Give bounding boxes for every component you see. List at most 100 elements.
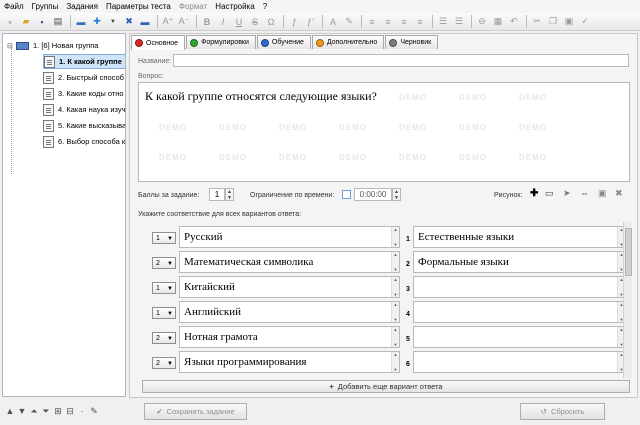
tab-additional[interactable]: Дополнительно (311, 35, 385, 49)
time-stepper[interactable]: ▲ ▼ (392, 188, 401, 201)
answer-right-field[interactable]: ▲ ▼ (413, 276, 626, 298)
answer-match-select[interactable]: 2 ▼ (152, 257, 176, 269)
save-task-button[interactable]: ✔ Сохранить задание (144, 403, 247, 420)
tree-item-1[interactable]: 1. К какой группе (43, 54, 125, 69)
answer-right-field[interactable]: Естественные языки ▲ ▼ (413, 226, 626, 248)
add-variant-button[interactable]: + Добавить еще вариант ответа (142, 380, 630, 393)
special-char-icon[interactable]: Ω (264, 15, 278, 29)
insert-table-icon[interactable]: ▦ (491, 15, 505, 29)
menu-groups[interactable]: Группы (32, 2, 59, 11)
tree-item-3[interactable]: 3. Какие коды отно (43, 86, 124, 101)
answer-match-select[interactable]: 2 ▼ (152, 357, 176, 369)
underline-icon[interactable]: U (232, 15, 246, 29)
answer-right-field[interactable]: ▲ ▼ (413, 301, 626, 323)
answer-left-field[interactable]: Китайский ▲ ▼ (179, 276, 400, 298)
edit-icon[interactable]: ✎ (88, 406, 100, 417)
answer-left-field[interactable]: Языки программирования ▲ ▼ (179, 351, 400, 373)
tree-root-group[interactable]: ⊟ 1. [6] Новая группа (7, 38, 98, 53)
strikethrough-icon[interactable]: S (248, 15, 262, 29)
insert-picture-icon[interactable]: ⊖ (475, 15, 489, 29)
score-stepper[interactable]: ▲ ▼ (225, 188, 234, 201)
paste-icon[interactable]: ▣ (562, 15, 576, 29)
move-up-icon[interactable]: ▲ (4, 406, 16, 416)
add-icon[interactable]: ✚ (90, 15, 104, 29)
score-input[interactable]: 1 (209, 188, 225, 201)
tree-item-6[interactable]: 6. Выбор способа ко (43, 134, 125, 149)
menu-settings[interactable]: Настройка (215, 2, 254, 11)
list-bullet-icon[interactable]: ☰ (452, 15, 466, 29)
scrollbar-thumb[interactable] (625, 228, 632, 276)
cut-icon[interactable]: ✂ (530, 15, 544, 29)
tab-main[interactable]: Основное (131, 35, 186, 50)
answer-left-field[interactable]: Английский ▲ ▼ (179, 301, 400, 323)
menu-help[interactable]: ? (263, 2, 267, 11)
tab-draft[interactable]: Черновик (385, 35, 439, 49)
menu-format[interactable]: Формат (179, 2, 207, 11)
font-shrink-icon[interactable]: A⁻ (177, 15, 191, 29)
answer-right-field[interactable]: ▲ ▼ (413, 326, 626, 348)
time-input[interactable]: 0:00:00 (354, 188, 392, 201)
align-center-icon[interactable]: ≡ (381, 15, 395, 29)
resize-icon[interactable]: ⇔ (580, 188, 589, 198)
open-folder-icon[interactable]: ▰ (19, 15, 33, 29)
name-input[interactable] (173, 54, 629, 67)
clear-format-icon[interactable]: ✎ (342, 15, 356, 29)
field-scrollbar[interactable]: ▲ ▼ (391, 327, 399, 347)
answers-scrollbar[interactable] (623, 222, 632, 378)
tools-icon[interactable]: ➤ (563, 188, 571, 199)
menu-test-params[interactable]: Параметры теста (106, 2, 171, 11)
time-limit-checkbox[interactable] (342, 190, 351, 199)
tab-wordings[interactable]: Формулировки (186, 35, 256, 49)
new-file-icon[interactable]: ▫ (3, 15, 17, 29)
dot-icon[interactable]: · (76, 406, 88, 416)
undo-icon[interactable]: ↶ (507, 15, 521, 29)
down-arrow-icon[interactable]: ▼ (394, 195, 399, 201)
field-scrollbar[interactable]: ▲ ▼ (391, 277, 399, 297)
add-picture-icon[interactable]: ✚ (530, 188, 538, 199)
align-left-icon[interactable]: ≡ (365, 15, 379, 29)
answer-right-field[interactable]: ▲ ▼ (413, 351, 626, 373)
monitor-icon[interactable]: ▭ (545, 188, 554, 199)
tree-item-4[interactable]: 4. Какая наука изуч (43, 102, 125, 117)
italic-icon[interactable]: I (216, 15, 230, 29)
down-arrow-icon[interactable]: ▼ (227, 195, 232, 201)
list-numbered-icon[interactable]: ☰ (436, 15, 450, 29)
align-right-icon[interactable]: ≡ (397, 15, 411, 29)
answer-match-select[interactable]: 1 ▼ (152, 282, 176, 294)
dropdown-arrow-icon[interactable]: ▼ (106, 15, 120, 29)
check-icon[interactable]: ✓ (578, 15, 592, 29)
delete-picture-icon[interactable]: ✖ (615, 188, 623, 199)
bold-icon[interactable]: B (200, 15, 214, 29)
align-justify-icon[interactable]: ≡ (413, 15, 427, 29)
reset-button[interactable]: ↺ Сбросить (520, 403, 605, 420)
formula-edit-icon[interactable]: ƒ' (303, 15, 317, 29)
field-scrollbar[interactable]: ▲ ▼ (391, 302, 399, 322)
answer-left-field[interactable]: Нотная грамота ▲ ▼ (179, 326, 400, 348)
collapse-all-icon[interactable]: ⊟ (64, 406, 76, 417)
remove-icon[interactable]: ▬ (138, 15, 152, 29)
answer-left-field[interactable]: Математическая символика ▲ ▼ (179, 251, 400, 273)
question-editor[interactable]: К какой группе относятся следующие языки… (138, 82, 630, 182)
answer-left-field[interactable]: Русский ▲ ▼ (179, 226, 400, 248)
delete-icon[interactable]: ✖ (122, 15, 136, 29)
add-group-icon[interactable]: ▬ (74, 15, 88, 29)
move-top-icon[interactable]: ⏶ (28, 406, 40, 417)
field-scrollbar[interactable]: ▲ ▼ (391, 352, 399, 372)
answer-match-select[interactable]: 1 ▼ (152, 307, 176, 319)
field-scrollbar[interactable]: ▲ ▼ (391, 227, 399, 247)
menu-tasks[interactable]: Задания (66, 2, 98, 11)
tree-item-5[interactable]: 5. Какие высказыва (43, 118, 125, 133)
print-icon[interactable]: ▤ (51, 15, 65, 29)
answer-right-field[interactable]: Формальные языки ▲ ▼ (413, 251, 626, 273)
answer-match-select[interactable]: 2 ▼ (152, 332, 176, 344)
tab-training[interactable]: Обучение (256, 35, 311, 49)
move-down-icon[interactable]: ▼ (16, 406, 28, 416)
copy-icon[interactable]: ❐ (546, 15, 560, 29)
answer-match-select[interactable]: 1 ▼ (152, 232, 176, 244)
save-icon[interactable]: ▪ (35, 15, 49, 29)
move-bottom-icon[interactable]: ⏷ (40, 406, 52, 417)
expand-all-icon[interactable]: ⊞ (52, 406, 64, 417)
tree-item-2[interactable]: 2. Быстрый способ з (43, 70, 125, 85)
field-scrollbar[interactable]: ▲ ▼ (391, 252, 399, 272)
font-grow-icon[interactable]: A⁺ (161, 15, 175, 29)
